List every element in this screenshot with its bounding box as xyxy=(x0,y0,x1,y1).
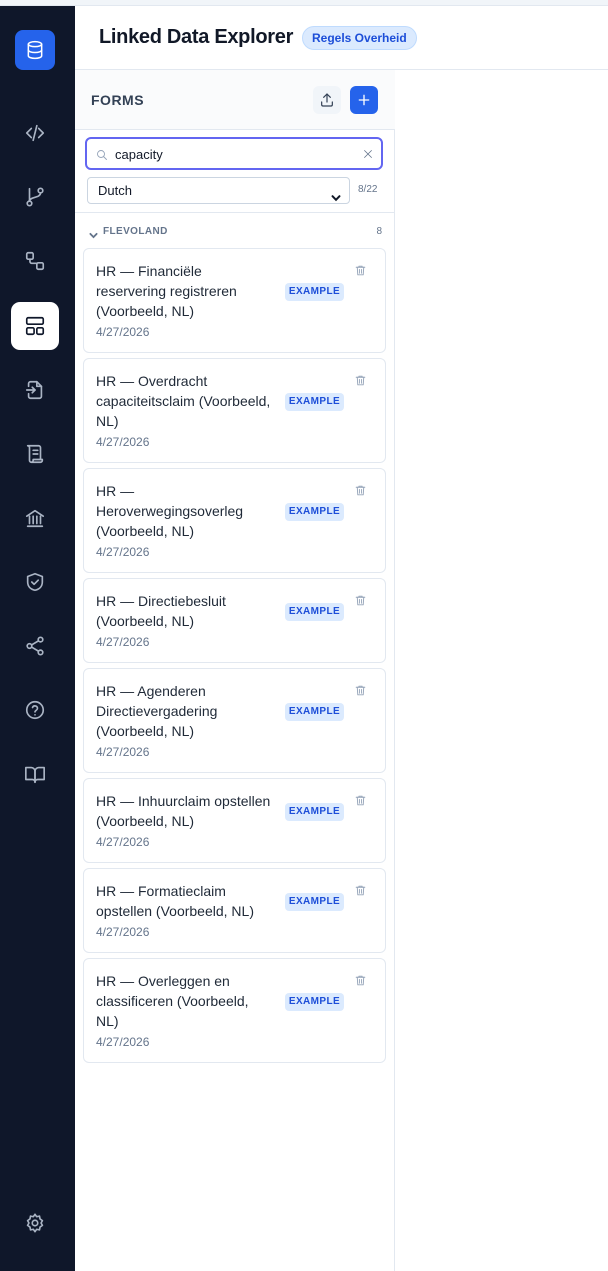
clear-search-icon[interactable] xyxy=(362,147,374,159)
example-badge: EXAMPLE xyxy=(285,393,344,411)
plus-icon xyxy=(358,94,370,106)
search-input[interactable] xyxy=(115,144,355,164)
trash-icon[interactable] xyxy=(354,374,368,388)
language-select[interactable]: Dutch xyxy=(87,177,350,204)
file-import-icon[interactable] xyxy=(11,366,59,414)
form-card[interactable]: HR — Heroverwegingsoverleg (Voorbeeld, N… xyxy=(83,468,386,573)
form-card-title: HR — Financiële reservering registreren … xyxy=(96,263,237,319)
trash-icon[interactable] xyxy=(354,794,368,808)
form-card-date: 4/27/2026 xyxy=(96,835,150,849)
settings-icon[interactable] xyxy=(11,1199,59,1247)
form-card[interactable]: HR — Overdracht capaciteitsclaim (Voorbe… xyxy=(83,358,386,463)
trash-icon[interactable] xyxy=(354,884,368,898)
chevron-down-icon xyxy=(331,186,341,202)
form-card-title: HR — Directiebesluit (Voorbeeld, NL) xyxy=(96,593,226,629)
form-card[interactable]: HR — Directiebesluit (Voorbeeld, NL) 4/2… xyxy=(83,578,386,663)
upload-button[interactable] xyxy=(313,86,341,114)
trash-icon[interactable] xyxy=(354,264,368,278)
form-card-date: 4/27/2026 xyxy=(96,745,150,759)
divider xyxy=(75,212,395,213)
landmark-icon[interactable] xyxy=(11,494,59,542)
form-card-date: 4/27/2026 xyxy=(96,325,150,339)
form-card-title: HR — Inhuurclaim opstellen (Voorbeeld, N… xyxy=(96,793,271,829)
shield-check-icon[interactable] xyxy=(11,558,59,606)
form-card-date: 4/27/2026 xyxy=(96,435,150,449)
form-card-date: 4/27/2026 xyxy=(96,545,150,559)
result-count: 8/22 xyxy=(358,184,378,195)
group-header[interactable]: FLEVOLAND 8 xyxy=(89,226,382,240)
trash-icon[interactable] xyxy=(354,484,368,498)
icon-rail xyxy=(0,6,75,1271)
example-badge: EXAMPLE xyxy=(285,603,344,621)
form-card-title: HR — Agenderen Directievergadering (Voor… xyxy=(96,683,218,739)
upload-icon xyxy=(321,93,333,107)
form-card[interactable]: HR — Financiële reservering registreren … xyxy=(83,248,386,353)
form-card-date: 4/27/2026 xyxy=(96,925,150,939)
form-card[interactable]: HR — Overleggen en classificeren (Voorbe… xyxy=(83,958,386,1063)
example-badge: EXAMPLE xyxy=(285,803,344,821)
form-card-title: HR — Overdracht capaciteitsclaim (Voorbe… xyxy=(96,373,271,429)
example-badge: EXAMPLE xyxy=(285,703,344,721)
app-header: Linked Data Explorer Regels Overheid xyxy=(75,6,608,70)
share-icon[interactable] xyxy=(11,622,59,670)
forms-panel: FORMS Dutch 8/22 FLEVOLAND 8 HR — Financ… xyxy=(75,70,395,1271)
chevron-down-icon xyxy=(89,227,99,239)
workflow-icon[interactable] xyxy=(11,237,59,285)
book-open-icon[interactable] xyxy=(11,750,59,798)
git-branch-icon[interactable] xyxy=(11,173,59,221)
add-form-button[interactable] xyxy=(350,86,378,114)
search-box[interactable] xyxy=(85,137,383,170)
form-card-date: 4/27/2026 xyxy=(96,1035,150,1049)
form-card[interactable]: HR — Formatieclaim opstellen (Voorbeeld,… xyxy=(83,868,386,953)
help-circle-icon[interactable] xyxy=(11,686,59,734)
form-card-title: HR — Formatieclaim opstellen (Voorbeeld,… xyxy=(96,883,254,919)
code-icon[interactable] xyxy=(11,109,59,157)
forms-title: FORMS xyxy=(91,92,145,108)
app-title: Linked Data Explorer xyxy=(99,26,294,48)
trash-icon[interactable] xyxy=(354,594,368,608)
example-badge: EXAMPLE xyxy=(285,283,344,301)
language-select-value: Dutch xyxy=(98,183,132,198)
scroll-icon[interactable] xyxy=(11,430,59,478)
main-content-area xyxy=(396,70,608,1271)
group-count: 8 xyxy=(376,226,382,237)
forms-panel-header: FORMS xyxy=(75,70,395,130)
database-icon[interactable] xyxy=(15,30,55,70)
trash-icon[interactable] xyxy=(354,684,368,698)
search-icon xyxy=(96,148,108,160)
group-name: FLEVOLAND xyxy=(103,226,168,237)
trash-icon[interactable] xyxy=(354,974,368,988)
example-badge: EXAMPLE xyxy=(285,503,344,521)
form-card-date: 4/27/2026 xyxy=(96,635,150,649)
example-badge: EXAMPLE xyxy=(285,893,344,911)
form-card-title: HR — Heroverwegingsoverleg (Voorbeeld, N… xyxy=(96,483,244,539)
context-badge[interactable]: Regels Overheid xyxy=(302,26,417,50)
forms-layout-icon[interactable] xyxy=(11,302,59,350)
form-card[interactable]: HR — Agenderen Directievergadering (Voor… xyxy=(83,668,386,773)
form-card[interactable]: HR — Inhuurclaim opstellen (Voorbeeld, N… xyxy=(83,778,386,863)
example-badge: EXAMPLE xyxy=(285,993,344,1011)
form-card-title: HR — Overleggen en classificeren (Voorbe… xyxy=(96,973,249,1029)
